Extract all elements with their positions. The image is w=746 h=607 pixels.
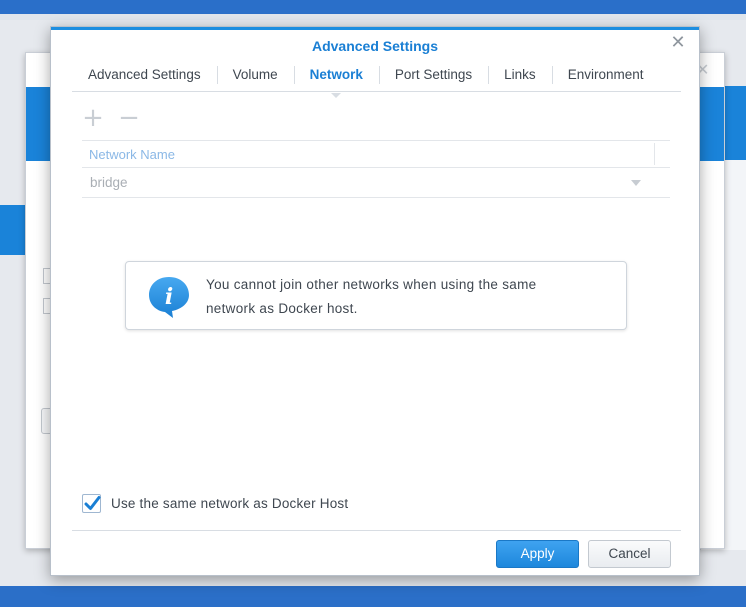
info-message-line: network as Docker host. bbox=[206, 301, 358, 316]
info-message-text: You cannot join other networks when usin… bbox=[206, 273, 606, 321]
desktop-bottom-bar bbox=[0, 586, 746, 607]
svg-text:i: i bbox=[165, 284, 173, 310]
column-header-network-name: Network Name bbox=[89, 147, 175, 162]
cancel-button[interactable]: Cancel bbox=[588, 540, 671, 568]
dialog-accent-line bbox=[51, 27, 699, 30]
info-icon: i bbox=[149, 277, 189, 318]
tab-environment[interactable]: Environment bbox=[551, 60, 660, 92]
advanced-settings-dialog: Advanced Settings ✕ Advanced Settings Vo… bbox=[50, 26, 700, 576]
remove-network-button[interactable]: − bbox=[117, 105, 141, 131]
tab-network[interactable]: Network bbox=[293, 60, 379, 98]
column-separator bbox=[654, 143, 655, 165]
network-grid: Network Name bridge bbox=[82, 140, 670, 198]
tab-links[interactable]: Links bbox=[488, 60, 552, 92]
add-network-button[interactable]: + bbox=[81, 105, 105, 131]
grid-header: Network Name bbox=[82, 140, 670, 168]
same-network-checkbox[interactable] bbox=[82, 494, 101, 513]
network-name-cell: bridge bbox=[90, 175, 128, 190]
background-left-accent bbox=[0, 205, 25, 255]
apply-button[interactable]: Apply bbox=[496, 540, 579, 568]
chevron-down-icon[interactable] bbox=[631, 180, 641, 186]
checkmark-icon bbox=[84, 496, 101, 510]
tab-port-settings[interactable]: Port Settings bbox=[378, 60, 488, 92]
info-message-box: i You cannot join other networks when us… bbox=[125, 261, 627, 330]
tab-advanced-settings[interactable]: Advanced Settings bbox=[72, 60, 217, 92]
tab-volume[interactable]: Volume bbox=[216, 60, 294, 92]
dialog-title: Advanced Settings bbox=[311, 38, 439, 54]
info-message-line: You cannot join other networks when usin… bbox=[206, 277, 537, 292]
desktop-taskbar-strip bbox=[0, 14, 746, 20]
footer-divider bbox=[72, 530, 681, 531]
tab-bar: Advanced Settings Volume Network Port Se… bbox=[72, 60, 681, 98]
table-row[interactable]: bridge bbox=[82, 168, 670, 198]
close-icon[interactable]: ✕ bbox=[668, 33, 688, 53]
same-network-label: Use the same network as Docker Host bbox=[111, 496, 349, 511]
desktop-top-bar bbox=[0, 0, 746, 14]
